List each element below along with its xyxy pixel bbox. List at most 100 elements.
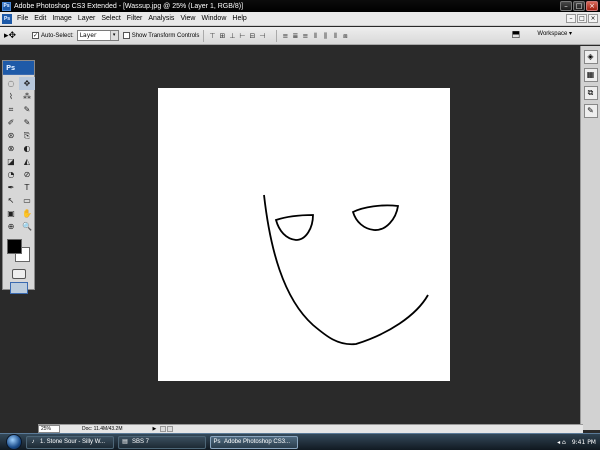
left-eye-stroke [274,214,314,241]
align-hcenter-icon[interactable]: ⊟ [248,32,256,40]
menu-edit[interactable]: Edit [31,15,49,22]
close-button[interactable]: × [586,1,598,11]
shape-tool-icon[interactable]: ▭ [19,194,35,207]
folder-icon: ▤ [122,439,128,445]
distribute-left-icon[interactable]: ⫴ [311,32,319,40]
taskbar-item-folder[interactable]: ▤ SBS 7 [118,435,206,449]
document-size-info[interactable]: Doc: 11.4M/43.2M [82,426,122,432]
taskbar-item-music[interactable]: ♪ 1. Stone Sour - Silly W... [26,435,114,449]
minimize-button[interactable]: – [560,1,572,11]
foreground-color-swatch[interactable] [7,239,22,254]
path-selection-tool-icon[interactable]: ↖ [3,194,19,207]
distribute-hcenter-icon[interactable]: ⫼ [321,32,329,40]
window-controls: – □ × [560,1,598,11]
task-label: 1. Stone Sour - Silly W... [40,439,106,445]
clone-stamp-tool-icon[interactable]: ⊛ [3,129,19,142]
menu-layer[interactable]: Layer [75,15,99,22]
align-top-icon[interactable]: ⊤ [208,32,216,40]
layers-panel-icon[interactable]: ◈ [583,50,598,64]
channels-panel-icon[interactable]: ▦ [583,68,598,82]
tools-panel-header[interactable]: Ps [3,61,34,75]
clock[interactable]: 9:41 PM [572,439,596,446]
pen-tool-icon[interactable]: ◔ [3,168,19,181]
show-transform-checkbox[interactable] [122,32,130,39]
brush-tool-icon[interactable]: ✎ [19,116,35,129]
healing-brush-tool-icon[interactable]: ✐ [3,116,19,129]
doc-close-button[interactable]: × [588,14,598,23]
move-tool-icon[interactable]: ✥ [19,77,35,90]
quick-mask-button[interactable] [11,269,26,279]
history-brush-tool-icon[interactable]: ⎘ [19,129,35,142]
workspace-menu[interactable]: Workspace ▾ [537,30,572,37]
hand-tool-icon[interactable]: ✋ [19,207,35,220]
gradient-tool-icon[interactable]: ◐ [19,142,35,155]
zoom-tool-icon[interactable]: 🔍 [19,220,35,233]
app-logo-icon: Ps [2,1,11,11]
notes-tool-icon[interactable]: ▣ [3,207,19,220]
align-right-icon[interactable]: ⊣ [258,32,266,40]
distribute-right-icon[interactable]: ⫴ [331,32,339,40]
auto-select-dropdown[interactable]: Layer ▾ [76,30,119,41]
right-eye-stroke [351,204,400,231]
auto-select-value: Layer [79,32,97,39]
menu-help[interactable]: Help [229,15,249,22]
magic-wand-tool-icon[interactable]: ⁂ [19,90,35,103]
align-buttons: ⊤ ⊞ ⊥ ⊢ ⊟ ⊣ [208,32,266,40]
screen-mode-button[interactable] [9,282,28,294]
zoom-level-field[interactable]: 25% [38,425,60,433]
doc-minimize-button[interactable]: – [566,14,576,23]
distribute-vcenter-icon[interactable]: ≣ [291,32,299,40]
type-tool-icon[interactable]: T [19,181,35,194]
move-tool-preset-icon[interactable]: ▸✥ [4,29,28,43]
path-tool-icon[interactable]: ⊘ [19,168,35,181]
dropdown-arrow-icon: ▾ [109,31,118,40]
align-bottom-icon[interactable]: ⊥ [228,32,236,40]
align-left-icon[interactable]: ⊢ [238,32,246,40]
auto-select-label: Auto-Select: [41,32,74,39]
status-menu-arrow-icon[interactable]: ▶ [152,426,156,432]
lasso-tool-icon[interactable]: ⌇ [3,90,19,103]
menu-select[interactable]: Select [98,15,123,22]
auto-align-icon[interactable]: ⧈ [341,32,349,40]
menu-analysis[interactable]: Analysis [145,15,177,22]
menu-image[interactable]: Image [49,15,74,22]
divider [203,29,205,42]
panel-dock: ◈ ▦ ⧉ ✎ [580,46,600,430]
tray-icons[interactable]: ◂ ⌂ [557,439,566,446]
dodge-tool-icon[interactable]: ◭ [19,155,35,168]
bridge-icon[interactable]: ⬒ [511,30,520,40]
color-swatches [3,233,34,267]
doc-restore-button[interactable]: □ [577,14,587,23]
marquee-tool-icon[interactable]: ◌ [3,77,19,90]
menu-window[interactable]: Window [198,15,229,22]
task-label: Adobe Photoshop CS3... [224,439,291,445]
scroll-left-icon[interactable] [160,426,167,432]
menu-filter[interactable]: Filter [124,15,146,22]
tools-panel: Ps ◌ ✥ ⌇ ⁂ ⌗ ✎ ✐ ✎ ⊛ ⎘ ⊗ ◐ ◪ ◭ ◔ ⊘ ✒ T ↖… [2,60,35,294]
horizontal-scrollbar[interactable] [160,426,174,432]
freeform-pen-tool-icon[interactable]: ✒ [3,181,19,194]
eyedropper-tool-icon[interactable]: ✎ [19,103,35,116]
task-label: SBS 7 [132,439,150,445]
ps-menu-icon[interactable]: Ps [2,14,12,24]
menu-file[interactable]: File [14,15,31,22]
music-icon: ♪ [31,439,35,445]
distribute-buttons: ≡ ≣ ≡ ⫴ ⫼ ⫴ ⧈ [281,32,349,40]
distribute-bottom-icon[interactable]: ≡ [301,32,309,40]
crop-tool-icon[interactable]: ⌗ [3,103,19,116]
brushes-panel-icon[interactable]: ✎ [583,104,598,118]
document-canvas[interactable] [158,88,450,381]
menu-view[interactable]: View [177,15,198,22]
taskbar-item-photoshop[interactable]: Ps Adobe Photoshop CS3... [210,435,298,449]
align-vcenter-icon[interactable]: ⊞ [218,32,226,40]
history-panel-icon[interactable]: ⧉ [583,86,598,100]
scroll-right-icon[interactable] [167,426,174,432]
rotate-view-tool-icon[interactable]: ⊕ [3,220,19,233]
blur-tool-icon[interactable]: ◪ [3,155,19,168]
divider [276,29,278,42]
maximize-button[interactable]: □ [573,1,585,11]
start-button[interactable] [6,434,22,450]
auto-select-checkbox[interactable]: ✓ [32,32,39,39]
eraser-tool-icon[interactable]: ⊗ [3,142,19,155]
distribute-top-icon[interactable]: ≡ [281,32,289,40]
